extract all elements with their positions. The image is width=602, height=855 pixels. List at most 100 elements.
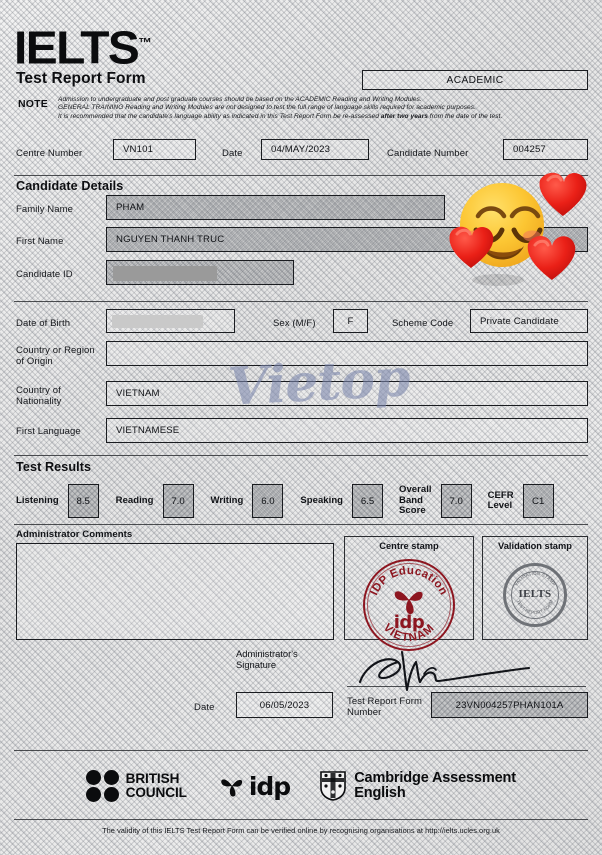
- family-name-value: PHAM: [116, 202, 145, 213]
- validation-stamp-label: Validation stamp: [498, 541, 572, 551]
- sex-box: F: [333, 309, 368, 333]
- divider-3: [14, 455, 588, 456]
- score-value-speaking: 6.5: [352, 484, 384, 518]
- section-title-candidate-details: Candidate Details: [16, 179, 124, 193]
- date-of-birth-label: Date of Birth: [16, 318, 71, 329]
- validity-notice: The validity of this IELTS Test Report F…: [102, 826, 500, 835]
- date-label: Date: [222, 148, 243, 159]
- first-language-value: VIETNAMESE: [116, 425, 180, 436]
- trf-number-box: 23VN004257PHAN101A: [431, 692, 588, 718]
- country-nationality-label: Country of Nationality: [16, 385, 62, 407]
- module-type-value: ACADEMIC: [446, 74, 504, 86]
- validation-stamp-wordmark: IELTS: [518, 588, 552, 600]
- candidate-id-box: [106, 260, 294, 285]
- first-language-box: VIETNAMESE: [106, 418, 588, 443]
- trf-number-value: 23VN004257PHAN101A: [455, 699, 564, 711]
- country-origin-label: Country or Region of Origin: [16, 345, 95, 367]
- ielts-logo-text: IELTS: [14, 21, 140, 74]
- cambridge-assessment-logo: Cambridge Assessment English: [320, 769, 516, 802]
- score-value-cefr: C1: [522, 484, 554, 518]
- idp-leaf-footer-icon: [221, 779, 243, 797]
- british-council-wordmark: BRITISH COUNCIL: [125, 771, 187, 800]
- divider-2: [14, 301, 588, 302]
- score-label-cefr: CEFR Level: [487, 489, 514, 511]
- score-group-speaking: Speaking 6.5: [300, 484, 384, 518]
- administrator-comments-label: Administrator Comments: [16, 529, 133, 540]
- score-group-overall: Overall Band Score 7.0: [399, 484, 472, 518]
- cambridge-shield-icon: [320, 771, 347, 801]
- idp-stamp-wordmark: idp: [393, 612, 425, 633]
- score-group-listening: Listening 8.5: [16, 484, 99, 518]
- idp-centre-stamp: IDP Education VIETNAM idp: [363, 559, 455, 651]
- test-date-box: 04/MAY/2023: [261, 139, 369, 160]
- score-group-cefr: CEFR Level C1: [488, 484, 554, 518]
- sex-value: F: [347, 315, 354, 327]
- note-line-3: It is recommended that the candidate's l…: [58, 112, 503, 120]
- scheme-code-label: Scheme Code: [392, 318, 454, 329]
- module-type-box: ACADEMIC: [362, 70, 588, 90]
- ielts-logo: IELTS™: [14, 20, 152, 70]
- sex-label: Sex (M/F): [273, 318, 316, 329]
- trademark-icon: ™: [138, 35, 152, 50]
- ielts-test-report-form-page: IELTS™ Test Report Form ACADEMIC NOTE Ad…: [0, 0, 602, 855]
- note-label: NOTE: [18, 98, 48, 110]
- divider-1: [14, 175, 588, 176]
- administrator-comments-box: [16, 543, 334, 640]
- idp-wordmark: idp: [248, 771, 291, 801]
- family-name-label: Family Name: [16, 204, 74, 215]
- validation-stamp-frame: Validation stamp VALIDATION STAMP TEST R…: [482, 536, 588, 640]
- score-value-writing: 6.0: [252, 484, 284, 518]
- candidate-number-label: Candidate Number: [387, 148, 469, 159]
- test-scores-row: Listening 8.5 Reading 7.0 Writing 6.0 Sp…: [16, 482, 588, 520]
- first-name-label: First Name: [16, 236, 64, 247]
- note-line-2: GENERAL TRAINING Reading and Writing Mod…: [58, 104, 476, 112]
- candidate-id-redaction: [113, 266, 217, 281]
- first-name-box: NGUYEN THANH TRUC: [106, 227, 588, 252]
- score-label-speaking: Speaking: [300, 494, 344, 506]
- centre-number-box: VN101: [113, 139, 196, 160]
- test-date-value: 04/MAY/2023: [271, 144, 331, 155]
- score-value-overall: 7.0: [440, 484, 472, 518]
- country-origin-box: [106, 341, 588, 366]
- svg-text:VALIDATION STAMP: VALIDATION STAMP: [513, 571, 556, 587]
- family-name-box: PHAM: [106, 195, 445, 220]
- form-sheet: IELTS™ Test Report Form ACADEMIC NOTE Ad…: [14, 8, 588, 847]
- date-of-birth-box: [106, 309, 235, 333]
- scheme-code-value: Private Candidate: [480, 315, 559, 327]
- scheme-code-box: Private Candidate: [470, 309, 588, 333]
- trf-number-label: Test Report Form Number: [347, 696, 422, 718]
- idp-logo: idp: [217, 771, 291, 801]
- partner-logos: BRITISH COUNCIL idp Cambridge Assessment…: [14, 760, 588, 812]
- page-title: Test Report Form: [16, 70, 146, 87]
- country-nationality-box: VIETNAM: [106, 381, 588, 406]
- cambridge-wordmark: Cambridge Assessment English: [354, 769, 516, 801]
- svg-text:TEST REPORT FORM: TEST REPORT FORM: [516, 599, 554, 615]
- divider-4: [14, 524, 588, 525]
- centre-number-label: Centre Number: [16, 148, 83, 159]
- signature-line: [347, 686, 586, 687]
- country-nationality-value: VIETNAM: [116, 388, 160, 399]
- first-language-label: First Language: [16, 426, 81, 437]
- first-name-value: NGUYEN THANH TRUC: [116, 234, 225, 245]
- centre-stamp-label: Centre stamp: [379, 541, 439, 551]
- centre-number-value: VN101: [123, 144, 154, 155]
- score-label-reading: Reading: [115, 494, 154, 506]
- score-label-writing: Writing: [210, 494, 244, 506]
- british-council-logo: BRITISH COUNCIL: [86, 769, 187, 803]
- administration-date-box: 06/05/2023: [236, 692, 333, 718]
- date-of-birth-redaction: [112, 315, 203, 328]
- candidate-number-value: 004257: [513, 144, 546, 155]
- score-value-reading: 7.0: [162, 484, 194, 518]
- score-value-listening: 8.5: [67, 484, 99, 518]
- british-council-dots-icon: [86, 769, 119, 803]
- note-body: Admission to undergraduate and post grad…: [58, 96, 586, 121]
- candidate-id-label: Candidate ID: [16, 269, 73, 280]
- score-label-listening: Listening: [16, 494, 59, 506]
- administrator-signature-label: Administrator's Signature: [236, 648, 298, 670]
- score-group-reading: Reading 7.0: [116, 484, 194, 518]
- score-group-writing: Writing 6.0: [211, 484, 284, 518]
- administration-date-label: Date: [194, 702, 215, 713]
- candidate-number-box: 004257: [503, 139, 588, 160]
- administration-date-value: 06/05/2023: [259, 699, 310, 711]
- score-label-overall: Overall Band Score: [399, 484, 432, 517]
